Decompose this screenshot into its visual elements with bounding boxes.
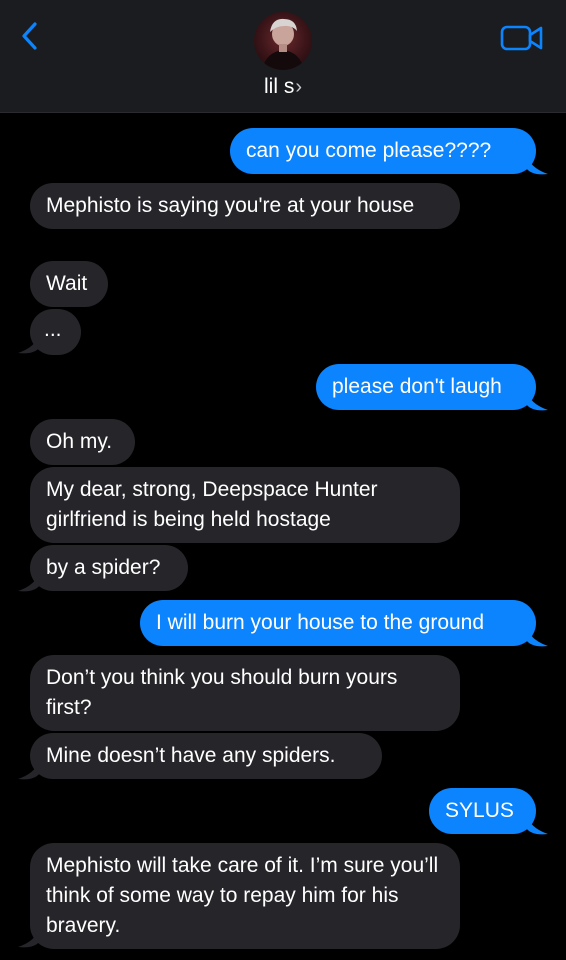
message-incoming[interactable]: My dear, strong, Deepspace Hunter girlfr… xyxy=(30,467,460,543)
bubble-tail xyxy=(18,333,40,354)
bubble-tail xyxy=(18,571,40,592)
message-incoming[interactable]: Mephisto is saying you're at your house xyxy=(30,183,460,229)
contact-name: lil s xyxy=(263,75,295,98)
back-button[interactable] xyxy=(12,16,48,56)
message-outgoing[interactable]: please don't laugh xyxy=(316,364,536,410)
contact-name-button[interactable]: lil s› xyxy=(0,74,566,100)
conversation-header: lil s› xyxy=(0,0,566,113)
message-incoming[interactable]: Don’t you think you should burn yours fi… xyxy=(30,655,460,731)
bubble-tail xyxy=(18,927,40,948)
bubble-tail xyxy=(526,154,548,175)
avatar[interactable] xyxy=(254,12,312,70)
contact-photo xyxy=(262,18,304,70)
bubble-tail xyxy=(18,759,40,780)
chevron-left-icon xyxy=(22,22,37,50)
message-outgoing[interactable]: SYLUS xyxy=(429,788,536,834)
message-incoming[interactable]: by a spider? xyxy=(30,545,188,591)
chevron-right-icon: › xyxy=(295,76,302,98)
message-outgoing[interactable]: can you come please???? xyxy=(230,128,536,174)
message-incoming[interactable]: Oh my. xyxy=(30,419,135,465)
message-outgoing[interactable]: I will burn your house to the ground xyxy=(140,600,536,646)
video-camera-icon xyxy=(500,25,543,51)
bubble-tail xyxy=(526,626,548,647)
message-incoming[interactable]: Wait xyxy=(30,261,108,307)
bubble-tail xyxy=(526,390,548,411)
message-incoming[interactable]: Mine doesn’t have any spiders. xyxy=(30,733,382,779)
bubble-tail xyxy=(526,814,548,835)
message-incoming[interactable]: Mephisto will take care of it. I’m sure … xyxy=(30,843,460,949)
facetime-video-button[interactable] xyxy=(498,22,546,54)
message-thread[interactable]: can you come please???? Mephisto is sayi… xyxy=(0,113,566,960)
